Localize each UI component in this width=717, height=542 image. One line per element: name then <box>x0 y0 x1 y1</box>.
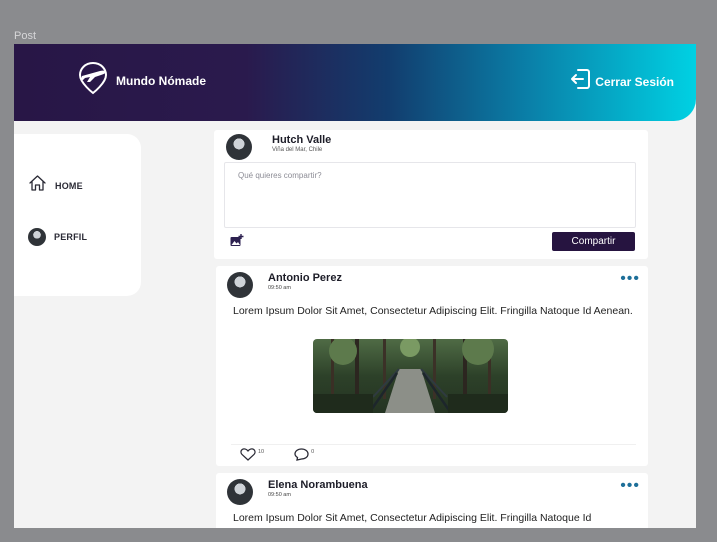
post-card: Elena Norambuena 09:50 am ••• Lorem Ipsu… <box>216 473 648 528</box>
heart-icon <box>240 448 256 466</box>
avatar[interactable] <box>227 272 253 298</box>
sidebar-item-home[interactable]: HOME <box>28 174 83 197</box>
avatar-icon <box>28 228 46 246</box>
logout-button[interactable]: Cerrar Sesión <box>569 68 674 95</box>
avatar[interactable] <box>226 134 252 160</box>
post-author[interactable]: Elena Norambuena <box>268 479 368 491</box>
user-location: Viña del Mar, Chile <box>272 147 323 153</box>
add-photo-icon[interactable] <box>230 234 244 252</box>
sidebar: HOME PERFIL <box>14 134 141 296</box>
comment-count: 0 <box>311 449 315 455</box>
post-time: 09:50 am <box>268 492 291 498</box>
avatar[interactable] <box>227 479 253 505</box>
like-button[interactable]: 10 <box>240 448 264 466</box>
post-card: Antonio Perez 09:50 am ••• Lorem Ipsum D… <box>216 266 648 466</box>
sidebar-item-label: HOME <box>55 180 83 191</box>
post-actions: 10 0 <box>231 444 636 466</box>
user-name: Hutch Valle <box>272 134 332 146</box>
post-author[interactable]: Antonio Perez <box>268 272 342 284</box>
home-icon <box>28 174 47 197</box>
more-options-icon[interactable]: ••• <box>620 478 640 494</box>
like-count: 10 <box>258 449 265 455</box>
post-input[interactable] <box>224 162 636 228</box>
post-header: Antonio Perez 09:50 am <box>227 272 342 298</box>
more-options-icon[interactable]: ••• <box>620 271 640 287</box>
comment-icon <box>294 448 309 466</box>
top-header: Mundo Nómade Cerrar Sesión <box>14 44 696 121</box>
sidebar-item-label: PERFIL <box>54 232 88 242</box>
logout-icon <box>569 68 591 95</box>
brand-name: Mundo Nómade <box>116 73 206 88</box>
share-button[interactable]: Compartir <box>552 232 635 251</box>
sidebar-item-perfil[interactable]: PERFIL <box>28 228 87 246</box>
frame-label: Post <box>14 30 37 42</box>
logout-label: Cerrar Sesión <box>595 74 674 89</box>
brand-logo[interactable]: Mundo Nómade <box>76 60 206 101</box>
post-header: Elena Norambuena 09:50 am <box>227 479 368 505</box>
plane-pin-icon <box>76 60 110 101</box>
comment-button[interactable]: 0 <box>294 448 314 466</box>
post-text: Lorem Ipsum Dolor Sit Amet, Consectetur … <box>233 512 592 524</box>
post-time: 09:50 am <box>268 285 291 291</box>
post-image[interactable] <box>313 339 508 413</box>
post-text: Lorem Ipsum Dolor Sit Amet, Consectetur … <box>233 305 633 317</box>
app-frame: Mundo Nómade Cerrar Sesión HOME PERFIL H… <box>14 44 696 528</box>
composer-user: Hutch Valle Viña del Mar, Chile <box>226 134 331 160</box>
post-composer: Hutch Valle Viña del Mar, Chile Comparti… <box>214 130 648 259</box>
